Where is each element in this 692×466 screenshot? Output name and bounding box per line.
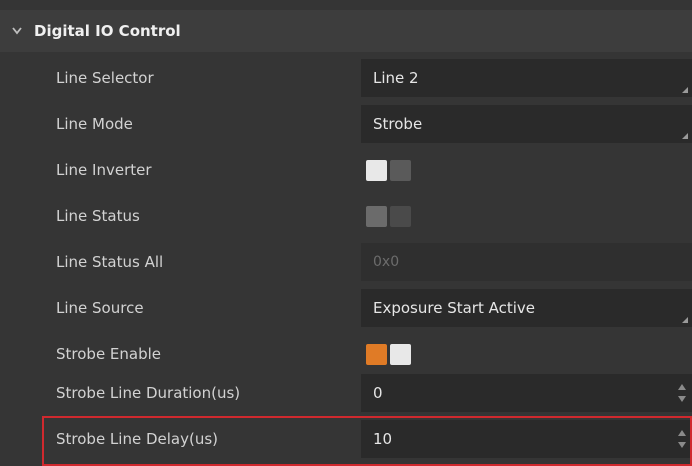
- strobe-line-duration-label: Strobe Line Duration(us): [56, 384, 241, 402]
- strobe-line-delay-label: Strobe Line Delay(us): [56, 430, 219, 448]
- line-inverter-toggle[interactable]: [366, 160, 412, 181]
- row-line-status: Line Status: [0, 193, 692, 239]
- line-selector-label: Line Selector: [56, 69, 154, 87]
- spin-up-icon[interactable]: [678, 430, 686, 436]
- row-line-status-all: Line Status All 0x0: [0, 239, 692, 285]
- line-status-all-label: Line Status All: [56, 253, 164, 271]
- strobe-line-duration-value: 0: [373, 384, 383, 402]
- toggle-knob: [366, 206, 387, 227]
- toggle-track: [390, 160, 411, 181]
- line-source-value: Exposure Start Active: [373, 299, 536, 317]
- toggle-knob: [390, 344, 411, 365]
- line-mode-dropdown[interactable]: Strobe: [361, 105, 692, 143]
- strobe-enable-toggle[interactable]: [366, 344, 412, 365]
- row-line-mode: Line Mode Strobe: [0, 101, 692, 147]
- strobe-line-delay-value: 10: [373, 430, 393, 448]
- strobe-line-duration-spinbox[interactable]: 0: [361, 374, 692, 412]
- spinner-arrows-icon[interactable]: [678, 428, 688, 450]
- dropdown-arrow-icon: [682, 317, 688, 323]
- line-status-all-field: 0x0: [361, 243, 692, 281]
- line-selector-dropdown[interactable]: Line 2: [361, 59, 692, 97]
- line-source-label: Line Source: [56, 299, 144, 317]
- row-line-selector: Line Selector Line 2: [0, 55, 692, 101]
- line-status-toggle: [366, 206, 412, 227]
- spinner-arrows-icon[interactable]: [678, 382, 688, 404]
- toggle-track: [366, 344, 387, 365]
- toggle-knob: [366, 160, 387, 181]
- row-line-inverter: Line Inverter: [0, 147, 692, 193]
- dropdown-arrow-icon: [682, 87, 688, 93]
- row-line-source: Line Source Exposure Start Active: [0, 285, 692, 331]
- chevron-down-icon[interactable]: [12, 26, 22, 36]
- line-selector-value: Line 2: [373, 69, 419, 87]
- section-header-digital-io-control[interactable]: Digital IO Control: [0, 10, 692, 52]
- section-title: Digital IO Control: [34, 22, 181, 40]
- toggle-track: [390, 206, 411, 227]
- strobe-line-delay-spinbox[interactable]: 10: [361, 420, 692, 458]
- row-strobe-line-duration: Strobe Line Duration(us) 0: [0, 370, 692, 416]
- line-inverter-label: Line Inverter: [56, 161, 152, 179]
- line-mode-label: Line Mode: [56, 115, 133, 133]
- line-mode-value: Strobe: [373, 115, 423, 133]
- line-source-dropdown[interactable]: Exposure Start Active: [361, 289, 692, 327]
- spin-down-icon[interactable]: [678, 442, 686, 448]
- line-status-label: Line Status: [56, 207, 140, 225]
- line-status-all-value: 0x0: [373, 254, 400, 270]
- spin-up-icon[interactable]: [678, 384, 686, 390]
- row-strobe-line-delay: Strobe Line Delay(us) 10: [0, 416, 692, 462]
- spin-down-icon[interactable]: [678, 396, 686, 402]
- dropdown-arrow-icon: [682, 133, 688, 139]
